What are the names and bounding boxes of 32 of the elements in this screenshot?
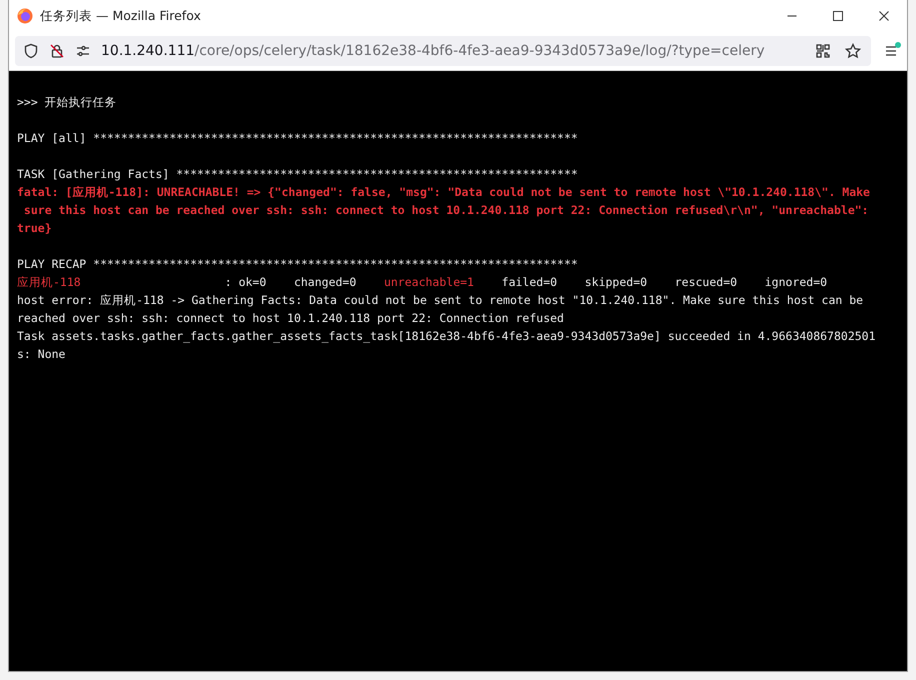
star-icon <box>845 43 861 59</box>
crossed-lock-icon <box>49 43 65 59</box>
recap-stat: failed=0 <box>502 274 558 291</box>
firefox-logo-icon <box>17 8 33 24</box>
log-line: s: None <box>17 346 66 363</box>
recap-stat: changed=0 <box>294 274 356 291</box>
shield-icon <box>23 43 39 59</box>
log-line: PLAY [all] ********************************************************************** <box>17 130 579 147</box>
recap-stat: skipped=0 <box>584 274 648 291</box>
close-icon <box>878 10 890 22</box>
recap-stat: rescued=0 <box>674 274 738 291</box>
permissions-icon <box>75 43 91 59</box>
error-line: true} <box>17 220 53 237</box>
recap-stat: unreachable=1 <box>384 274 474 291</box>
recap-separator: : <box>224 274 233 291</box>
error-line: fatal: [应用机-118]: UNREACHABLE! => {"changed": false, "msg": "Data could not be sent to remote host \"10.1.240.118\". Make <box>17 184 871 201</box>
log-line: >>> 开始执行任务 <box>17 94 118 111</box>
recap-stat: ok=0 <box>238 274 266 291</box>
recap-stat: ignored=0 <box>764 274 828 291</box>
log-line: reached over ssh: ssh: connect to host 10.1.240.118 port 22: Connection refused <box>17 310 565 327</box>
log-line: PLAY RECAP ********************************************************************** <box>17 256 579 273</box>
log-line: TASK [Gathering Facts] ********************************************************** <box>17 166 579 183</box>
recap-host: 应用机-118 <box>17 274 82 291</box>
log-line: host error: 应用机-118 -> Gathering Facts: Data could not be sent to remote host "10.1.240.118". Make sure this host can be <box>17 292 864 309</box>
error-line: sure this host can be reached over ssh: ssh: connect to host 10.1.240.118 port 22: Connection refused\r\n", "unreachable": <box>22 202 870 219</box>
url-text: 10.1.240.111/core/ops/celery/task/18162e38-4bf6-4fe3-aea9-9343d0573a9e/log/?type=celery <box>101 43 765 59</box>
bookmark-button[interactable] <box>843 41 863 61</box>
maximize-icon <box>832 10 844 22</box>
log-line: Task assets.tasks.gather_facts.gather_assets_facts_task[18162e38-4bf6-4fe3-aea9-9343d0573a9e] succeeded in 4.966340867802501 <box>17 328 877 345</box>
address-bar[interactable]: 10.1.240.111/core/ops/celery/task/18162e38-4bf6-4fe3-aea9-9343d0573a9e/log/?type=celery <box>15 36 871 66</box>
qr-code-icon <box>815 43 831 59</box>
window-title: 任务列表 — Mozilla Firefox <box>40 8 202 24</box>
